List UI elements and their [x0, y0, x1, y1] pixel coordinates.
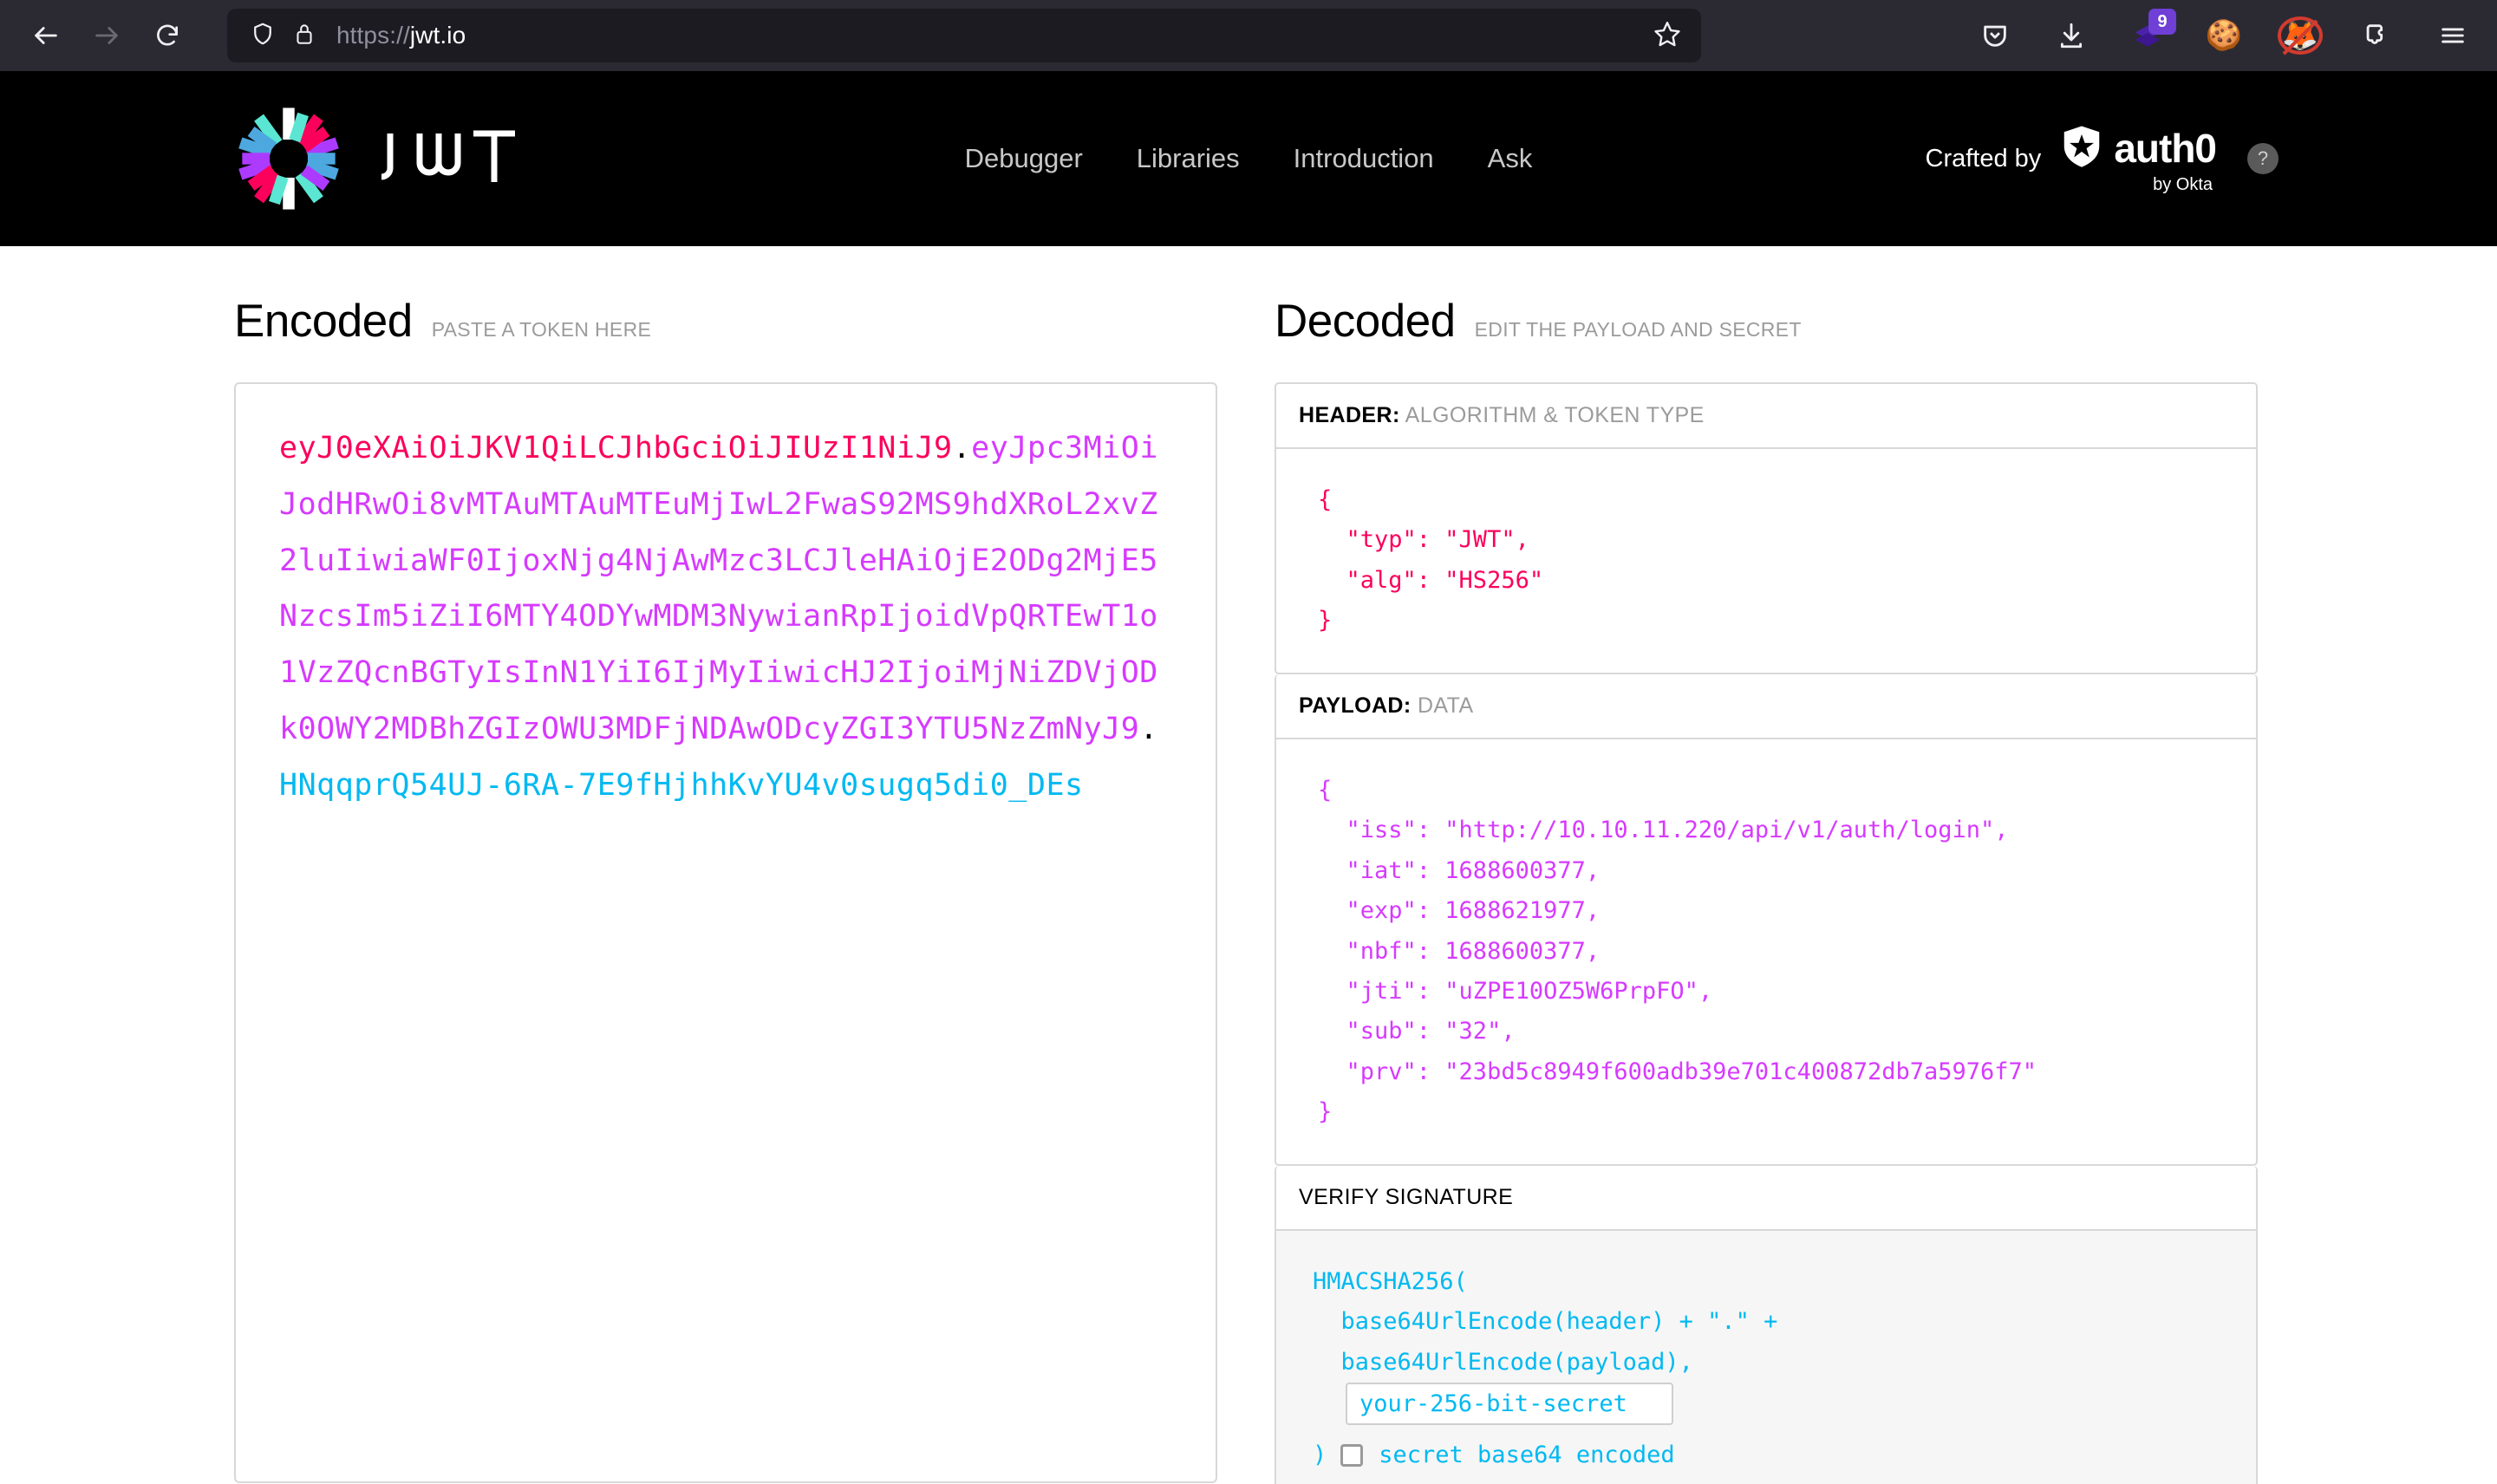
header-panel-label-dim: ALGORITHM & TOKEN TYPE: [1405, 403, 1705, 427]
site-header: Debugger Libraries Introduction Ask Craf…: [0, 71, 2497, 246]
back-button[interactable]: [19, 9, 73, 62]
encoded-token-text[interactable]: eyJ0eXAiOiJKV1QiLCJhbGciOiJIUzI1NiJ9.eyJ…: [279, 420, 1174, 813]
lock-icon[interactable]: [293, 22, 316, 50]
puzzle-piece-icon[interactable]: [2353, 12, 2400, 59]
verify-panel-body: HMACSHA256( base64UrlEncode(header) + ".…: [1276, 1230, 2256, 1484]
nav-item-debugger[interactable]: Debugger: [965, 143, 1083, 174]
jwt-logo-link[interactable]: [236, 106, 551, 212]
encoded-heading-row: Encoded PASTE A TOKEN HERE: [234, 295, 1257, 348]
reload-icon: [153, 22, 181, 49]
secret-base64-label: secret base64 encoded: [1379, 1442, 1675, 1468]
hamburger-menu-icon[interactable]: [2429, 12, 2476, 59]
token-header-segment: eyJ0eXAiOiJKV1QiLCJhbGciOiJIUzI1NiJ9: [279, 431, 953, 465]
browser-extension-toolbar: 9 🍪 🦊: [1972, 0, 2476, 71]
closing-paren: ): [1313, 1442, 1327, 1468]
nav-item-libraries[interactable]: Libraries: [1137, 143, 1240, 174]
secret-input[interactable]: [1346, 1383, 1673, 1425]
jwt-wordmark: [378, 128, 551, 189]
cookie-emoji-icon[interactable]: 🍪: [2200, 12, 2247, 59]
encoded-column: Encoded PASTE A TOKEN HERE eyJ0eXAiOiJKV…: [0, 246, 1275, 1484]
download-icon[interactable]: [2048, 12, 2095, 59]
url-scheme: https://: [336, 22, 410, 49]
url-host: jwt.io: [409, 22, 466, 49]
token-signature-segment: HNqqprQ54UJ-6RA-7E9fHjhhKvYU4v0sugq5di0_…: [279, 767, 1084, 803]
decoded-panels: HEADER: ALGORITHM & TOKEN TYPE { "typ": …: [1275, 382, 2258, 1484]
payload-panel-json[interactable]: { "iss": "http://10.10.11.220/api/v1/aut…: [1276, 739, 2256, 1164]
reload-button[interactable]: [140, 9, 194, 62]
payload-panel-label-strong: PAYLOAD:: [1299, 693, 1411, 718]
main-navigation: Debugger Libraries Introduction Ask: [965, 143, 1533, 174]
verify-line-2: base64UrlEncode(header) + "." +: [1313, 1308, 1778, 1336]
encoded-token-input[interactable]: eyJ0eXAiOiJKV1QiLCJhbGciOiJIUzI1NiJ9.eyJ…: [234, 382, 1217, 1483]
payload-panel-label-dim: DATA: [1417, 693, 1474, 718]
by-okta-label: by Okta: [2153, 175, 2213, 194]
header-panel-json[interactable]: { "typ": "JWT", "alg": "HS256" }: [1276, 449, 2256, 673]
cookie-glyph: 🍪: [2205, 19, 2243, 52]
pocket-icon[interactable]: [1972, 12, 2018, 59]
verify-closing-row: ) secret base64 encoded: [1313, 1435, 2233, 1475]
browser-toolbar: https://jwt.io 9 🍪 🦊: [0, 0, 2497, 71]
encoded-subtitle: PASTE A TOKEN HERE: [431, 318, 652, 341]
debugger-content: Encoded PASTE A TOKEN HERE eyJ0eXAiOiJKV…: [0, 246, 2497, 1484]
decoded-column: Decoded EDIT THE PAYLOAD AND SECRET HEAD…: [1275, 246, 2497, 1484]
shield-icon[interactable]: [250, 21, 276, 51]
layers-extension-icon[interactable]: 9: [2124, 9, 2176, 59]
auth0-shield-icon: [2058, 122, 2105, 173]
extension-badge-count: 9: [2148, 9, 2176, 35]
jwt-starburst-logo-icon: [236, 106, 342, 212]
header-panel: HEADER: ALGORITHM & TOKEN TYPE { "typ": …: [1275, 382, 2258, 674]
star-icon[interactable]: [1653, 19, 1682, 53]
verify-line-1: HMACSHA256(: [1313, 1267, 1468, 1295]
verify-panel-label-text: VERIFY SIGNATURE: [1299, 1184, 1514, 1209]
back-arrow-icon: [31, 21, 61, 50]
secret-base64-checkbox[interactable]: [1340, 1444, 1364, 1468]
urlbar-indicators: [250, 21, 316, 51]
nav-item-introduction[interactable]: Introduction: [1294, 143, 1434, 174]
fox-blocked-glyph: 🦊: [2277, 16, 2324, 55]
header-panel-label: HEADER: ALGORITHM & TOKEN TYPE: [1276, 384, 2256, 449]
nav-item-ask[interactable]: Ask: [1488, 143, 1533, 174]
auth0-logo[interactable]: auth0 by Okta: [2058, 122, 2217, 195]
auth0-wordmark: auth0: [2114, 125, 2217, 171]
decoded-heading-row: Decoded EDIT THE PAYLOAD AND SECRET: [1275, 295, 2265, 348]
navigation-buttons: [19, 9, 194, 62]
token-payload-segment: eyJpc3MiOiJodHRwOi8vMTAuMTAuMTEuMjIwL2Fw…: [279, 431, 1158, 746]
crafted-by-label: Crafted by: [1925, 144, 2042, 172]
token-dot-1: .: [952, 431, 972, 465]
url-text[interactable]: https://jwt.io: [336, 22, 466, 49]
forward-button[interactable]: [80, 9, 134, 62]
address-bar[interactable]: https://jwt.io: [227, 9, 1701, 62]
verify-panel-label: VERIFY SIGNATURE: [1276, 1165, 2256, 1231]
decoded-title: Decoded: [1275, 296, 1456, 347]
payload-panel-label: PAYLOAD: DATA: [1276, 674, 2256, 739]
forward-arrow-icon: [92, 21, 121, 50]
crafted-by-auth0: Crafted by auth0 by Okta ?: [1926, 122, 2279, 195]
verify-line-3: base64UrlEncode(payload),: [1313, 1348, 1693, 1376]
token-dot-2: .: [1139, 711, 1158, 746]
fox-blocked-icon[interactable]: 🦊: [2277, 12, 2324, 59]
header-panel-label-strong: HEADER:: [1299, 403, 1400, 427]
payload-panel: PAYLOAD: DATA { "iss": "http://10.10.11.…: [1275, 674, 2258, 1166]
help-icon[interactable]: ?: [2247, 143, 2279, 174]
encoded-title: Encoded: [234, 296, 413, 347]
verify-signature-panel: VERIFY SIGNATURE HMACSHA256( base64UrlEn…: [1275, 1165, 2258, 1484]
decoded-subtitle: EDIT THE PAYLOAD AND SECRET: [1474, 318, 1802, 341]
